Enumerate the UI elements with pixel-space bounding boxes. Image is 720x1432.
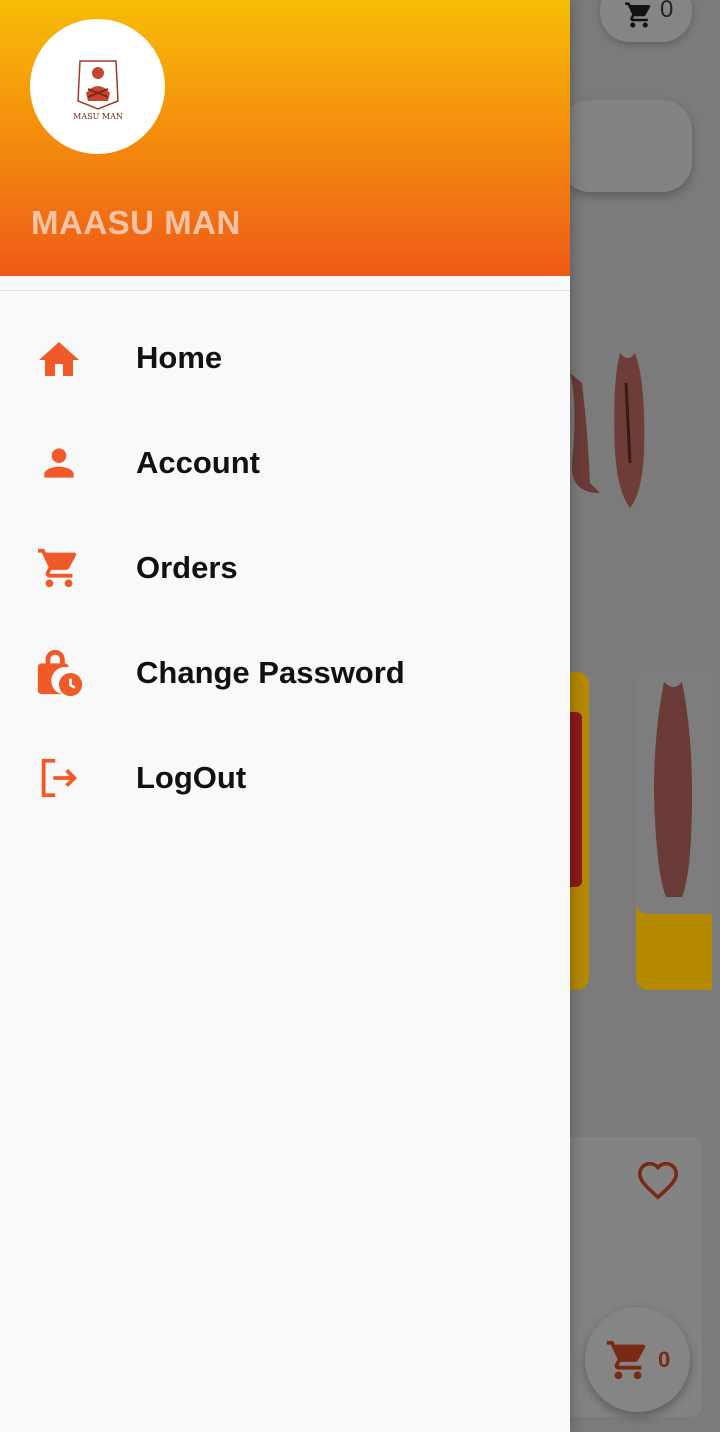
menu-item-label: Orders <box>136 549 238 585</box>
drawer-header: MASU MAN MAASU MAN <box>0 0 570 276</box>
person-icon <box>34 438 84 488</box>
navigation-drawer: MASU MAN MAASU MAN Home Account Orders C… <box>0 0 570 1432</box>
product-card[interactable] <box>636 672 712 990</box>
drawer-menu: Home Account Orders Change Password LogO… <box>0 305 570 830</box>
product-image[interactable] <box>560 343 660 523</box>
menu-item-label: Account <box>136 444 260 480</box>
floating-cart-button[interactable]: 0 <box>585 1307 690 1412</box>
menu-item-orders[interactable]: Orders <box>0 515 570 620</box>
logout-icon <box>34 753 84 803</box>
menu-item-change-password[interactable]: Change Password <box>0 620 570 725</box>
logo-avatar: MASU MAN <box>30 19 165 154</box>
divider <box>0 290 570 291</box>
menu-item-label: LogOut <box>136 759 247 795</box>
menu-item-logout[interactable]: LogOut <box>0 725 570 830</box>
search-bar[interactable] <box>560 100 692 192</box>
cart-icon <box>622 0 656 35</box>
menu-item-label: Change Password <box>136 654 405 690</box>
app-title: MAASU MAN <box>31 204 241 241</box>
top-cart-count: 0 <box>660 0 674 23</box>
brand-logo-icon: MASU MAN <box>73 60 123 121</box>
svg-text:MASU MAN: MASU MAN <box>73 112 123 121</box>
menu-item-label: Home <box>136 339 223 375</box>
menu-item-home[interactable]: Home <box>0 305 570 410</box>
lock-clock-icon <box>34 648 84 698</box>
home-icon <box>34 333 84 383</box>
fab-cart-count: 0 <box>658 1347 671 1372</box>
menu-item-account[interactable]: Account <box>0 410 570 515</box>
cart-icon <box>34 543 84 593</box>
cart-icon <box>603 1337 653 1388</box>
top-cart-button[interactable]: 0 <box>600 0 692 42</box>
heart-icon[interactable] <box>636 1160 680 1205</box>
